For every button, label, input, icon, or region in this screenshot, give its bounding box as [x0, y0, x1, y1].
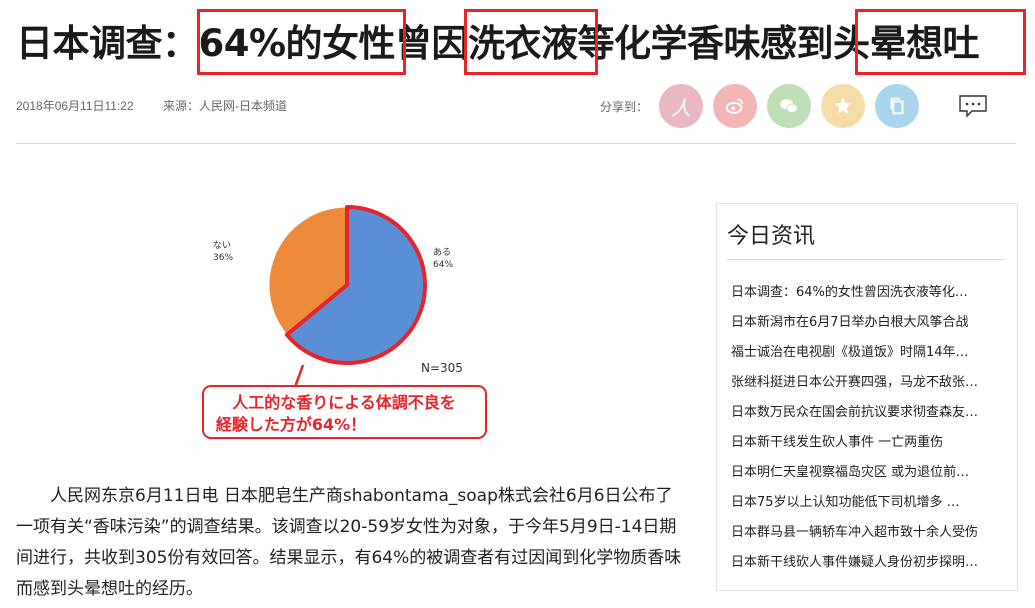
news-item[interactable]: 日本新干线砍人事件嫌疑人身份初步探明… [731, 551, 1006, 570]
renren-icon: 人 [671, 95, 691, 120]
news-item[interactable]: 日本明仁天皇视察福岛灾区 或为退位前… [731, 461, 1006, 480]
news-item[interactable]: 日本数万民众在国会前抗议要求彻查森友… [731, 401, 1006, 420]
callout-line-1: 人工的な香りによる体調不良を [232, 393, 456, 412]
news-item[interactable]: 日本新干线发生砍人事件 一亡两重伤 [731, 431, 1006, 450]
share-qzone-button[interactable] [821, 84, 865, 128]
copy-icon [890, 97, 904, 115]
news-item[interactable]: 日本新潟市在6月7日举办白根大风筝合战 [731, 311, 1006, 330]
callout-line-2: 経験した方が64%！ [216, 415, 366, 434]
sidebar-today-news: 今日资讯 日本调查：64%的女性曾因洗衣液等化… 日本新潟市在6月7日举办白根大… [716, 203, 1018, 591]
sample-size-label: N=305 [421, 361, 463, 375]
pie-chart: ない 36% ある 64% N=305 人工的な香りによる体調不良を 経験した方… [202, 205, 487, 439]
article-source[interactable]: 来源：人民网-日本频道 [163, 99, 287, 113]
label-no: ない [213, 240, 231, 251]
wechat-icon [780, 99, 799, 114]
news-item[interactable]: 福士诚治在电视剧《极道饭》时隔14年… [731, 341, 1006, 360]
label-yes: ある [433, 247, 451, 258]
label-yes-pct: 64% [433, 260, 453, 270]
comment-icon[interactable] [958, 94, 988, 118]
sidebar-divider [727, 259, 1005, 260]
pie-chart-figure: ない 36% ある 64% N=305 人工的な香りによる体調不良を 経験した方… [195, 205, 495, 445]
news-item[interactable]: 日本调查：64%的女性曾因洗衣液等化… [731, 281, 1006, 300]
callout-pointer [293, 364, 305, 388]
label-no-pct: 36% [213, 253, 233, 263]
weibo-icon [725, 98, 744, 114]
share-wechat-button[interactable] [767, 84, 811, 128]
article-body: 人民网东京6月11日电 日本肥皂生产商shabontama_soap株式会社6月… [16, 486, 682, 599]
share-copy-button[interactable] [875, 84, 919, 128]
news-item[interactable]: 张继科挺进日本公开赛四强，马龙不敌张… [731, 371, 1006, 390]
article-headline: 日本调查：64%的女性曾因洗衣液等化学香味感到头晕想吐 [16, 22, 980, 65]
star-icon [834, 97, 852, 114]
sidebar-title: 今日资讯 [727, 224, 816, 249]
news-item[interactable]: 日本75岁以上认知功能低下司机增多 … [731, 491, 1006, 510]
share-label: 分享到： [600, 100, 649, 114]
share-renren-button[interactable]: 人 [659, 84, 703, 128]
article-meta: 2018年06月11日11:22 来源：人民网-日本频道 [16, 97, 287, 114]
news-item[interactable]: 日本群马县一辆轿车冲入超市致十余人受伤 [731, 521, 1006, 540]
header-divider [16, 143, 1016, 144]
publish-date: 2018年06月11日11:22 [16, 99, 134, 113]
share-weibo-button[interactable] [713, 84, 757, 128]
